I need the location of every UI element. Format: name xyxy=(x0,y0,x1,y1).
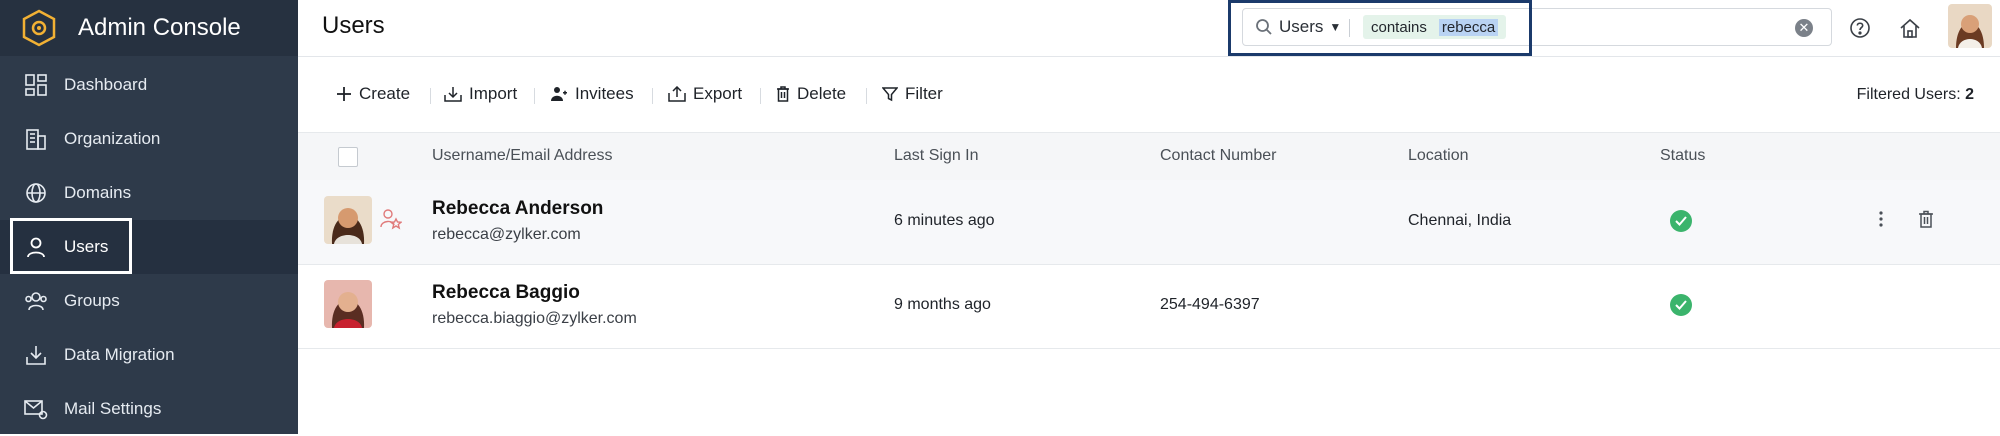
mail-settings-icon xyxy=(24,397,48,421)
top-bar: Users Users ▼ contains rebecca ✕ xyxy=(298,0,2000,57)
import-label: Import xyxy=(469,84,518,103)
user-name[interactable]: Rebecca Anderson xyxy=(432,198,603,220)
toolbar: Create Import Invitees Export Delete Fil… xyxy=(298,56,2000,132)
search-highlight-box xyxy=(1228,0,1532,56)
toolbar-divider xyxy=(430,88,431,104)
page-title: Users xyxy=(322,12,385,39)
help-icon[interactable] xyxy=(1848,16,1872,40)
download-icon xyxy=(24,343,48,367)
sidebar-item-dashboard[interactable]: Dashboard xyxy=(0,58,298,112)
import-button[interactable]: Import xyxy=(444,84,517,104)
toolbar-divider xyxy=(866,88,867,104)
toolbar-divider xyxy=(760,88,761,104)
sidebar-item-label: Domains xyxy=(64,183,132,202)
select-all-checkbox[interactable] xyxy=(338,147,358,167)
sidebar-item-data-migration[interactable]: Data Migration xyxy=(0,328,298,382)
sidebar-item-organization[interactable]: Organization xyxy=(0,112,298,166)
invitees-label: Invitees xyxy=(575,84,634,103)
delete-row-icon[interactable] xyxy=(1918,210,1934,228)
delete-button[interactable]: Delete xyxy=(776,84,846,104)
column-header-last-sign-in[interactable]: Last Sign In xyxy=(894,147,979,165)
plus-icon xyxy=(336,86,352,102)
column-header-status[interactable]: Status xyxy=(1660,147,1705,165)
invitees-icon xyxy=(550,86,568,102)
create-button[interactable]: Create xyxy=(336,84,410,104)
globe-icon xyxy=(24,181,48,205)
sidebar-item-mail-settings[interactable]: Mail Settings xyxy=(0,382,298,436)
user-email: rebecca.biaggio@zylker.com xyxy=(432,310,637,327)
sidebar-item-label: Data Migration xyxy=(64,345,175,364)
trash-icon xyxy=(776,86,790,102)
dashboard-icon xyxy=(24,73,48,97)
filtered-users-number: 2 xyxy=(1965,86,1974,103)
table-header: Username/Email Address Last Sign In Cont… xyxy=(298,132,2000,182)
app-title: Admin Console xyxy=(78,14,241,41)
delete-label: Delete xyxy=(797,84,847,103)
sidebar: Admin Console Dashboard Organization Dom… xyxy=(0,0,298,434)
main-content: Users Users ▼ contains rebecca ✕ Create … xyxy=(298,0,2000,434)
last-sign-in: 9 months ago xyxy=(894,296,991,313)
export-icon xyxy=(668,86,686,102)
sidebar-item-groups[interactable]: Groups xyxy=(0,274,298,328)
column-header-contact[interactable]: Contact Number xyxy=(1160,147,1277,165)
groups-icon xyxy=(24,289,48,313)
column-header-username[interactable]: Username/Email Address xyxy=(432,147,613,165)
user-avatar xyxy=(324,280,372,328)
sidebar-item-domains[interactable]: Domains xyxy=(0,166,298,220)
user-avatar xyxy=(324,196,372,244)
filter-icon xyxy=(882,86,898,102)
filtered-users-label: Filtered Users: xyxy=(1856,86,1966,103)
invitees-button[interactable]: Invitees xyxy=(550,84,634,104)
import-icon xyxy=(444,86,462,102)
toolbar-divider xyxy=(534,88,535,104)
location: Chennai, India xyxy=(1408,212,1512,229)
filter-label: Filter xyxy=(905,84,943,103)
sidebar-item-label: Mail Settings xyxy=(64,399,162,418)
contact-number: 254-494-6397 xyxy=(1160,296,1260,313)
export-label: Export xyxy=(693,84,743,103)
sidebar-item-label: Organization xyxy=(64,129,161,148)
home-icon[interactable] xyxy=(1898,16,1922,40)
column-header-location[interactable]: Location xyxy=(1408,147,1469,165)
user-email: rebecca@zylker.com xyxy=(432,226,581,243)
building-icon xyxy=(24,127,48,151)
admin-role-icon xyxy=(380,208,402,230)
table-row[interactable]: Rebecca Baggio rebecca.biaggio@zylker.co… xyxy=(298,264,2000,349)
status-active-icon xyxy=(1670,294,1692,316)
filter-button[interactable]: Filter xyxy=(882,84,943,104)
user-name[interactable]: Rebecca Baggio xyxy=(432,282,580,304)
create-label: Create xyxy=(359,84,411,103)
filtered-users-count: Filtered Users: 2 xyxy=(1857,86,1974,104)
admin-gear-logo-icon xyxy=(20,9,58,47)
export-button[interactable]: Export xyxy=(668,84,742,104)
active-item-highlight xyxy=(10,218,132,274)
brand-header: Admin Console xyxy=(0,0,298,56)
sidebar-item-label: Dashboard xyxy=(64,75,148,94)
clear-search-icon[interactable]: ✕ xyxy=(1795,19,1813,37)
toolbar-divider xyxy=(652,88,653,104)
sidebar-item-label: Groups xyxy=(64,291,120,310)
more-options-icon[interactable] xyxy=(1878,210,1884,228)
table-row[interactable]: Rebecca Anderson rebecca@zylker.com 6 mi… xyxy=(298,180,2000,265)
current-user-avatar[interactable] xyxy=(1948,4,1992,48)
last-sign-in: 6 minutes ago xyxy=(894,212,995,229)
status-active-icon xyxy=(1670,210,1692,232)
